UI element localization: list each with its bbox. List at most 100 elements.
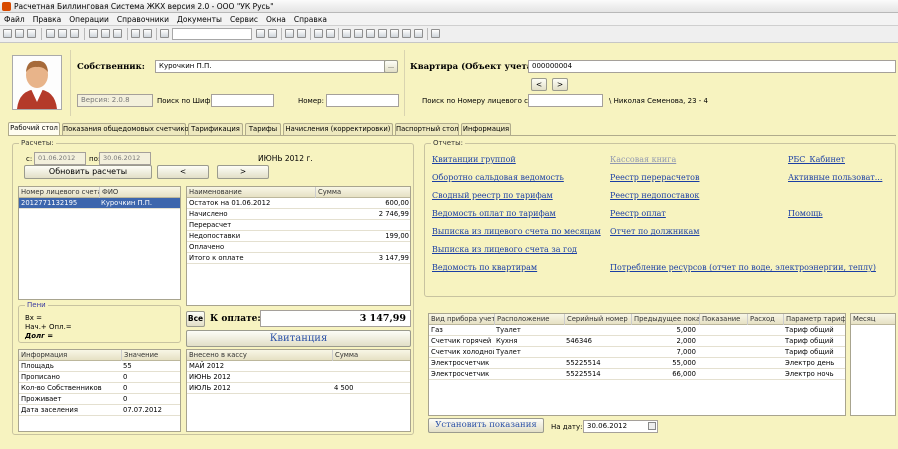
col-location[interactable]: Расположение	[494, 314, 564, 325]
table-row[interactable]: Проживает 0	[19, 394, 180, 405]
report-account-monthly[interactable]: Выписка из лицевого счета по месяцам	[432, 227, 601, 236]
table-row[interactable]: Дата заселения 07.07.2012	[19, 405, 180, 416]
find-next-icon[interactable]	[256, 29, 265, 38]
redo-icon[interactable]	[143, 29, 152, 38]
copy-icon[interactable]	[58, 29, 67, 38]
new-icon[interactable]	[3, 29, 12, 38]
meter-reading[interactable]	[699, 369, 747, 380]
report-debtors[interactable]: Отчет по должникам	[610, 227, 700, 236]
table-row[interactable]: Перерасчет	[187, 220, 410, 231]
search-cipher-input[interactable]	[211, 94, 274, 107]
table-row[interactable]: Начислено 2 746,99	[187, 209, 410, 220]
col-name[interactable]: Наименование	[187, 187, 315, 198]
table-row[interactable]: ИЮНЬ 2012	[187, 372, 410, 383]
tab-corrections[interactable]: Начисления (корректировки)	[283, 123, 393, 135]
report-payments[interactable]: Реестр оплат	[610, 209, 666, 218]
menu-documents[interactable]: Документы	[173, 13, 226, 26]
rbs-cabinet-link[interactable]: РБС_Кабинет	[788, 155, 845, 164]
col-meter-type[interactable]: Вид прибора учета	[429, 314, 494, 325]
table-row[interactable]: Итого к оплате 3 147,99	[187, 253, 410, 264]
to-date-input[interactable]: 30.06.2012	[99, 152, 151, 165]
calendar-icon[interactable]	[402, 29, 411, 38]
table-row[interactable]: Прописано 0	[19, 372, 180, 383]
menu-file[interactable]: Файл	[0, 13, 29, 26]
refresh-calc-button[interactable]: Обновить расчеты	[24, 165, 152, 179]
open-icon[interactable]	[15, 29, 24, 38]
search-account-input[interactable]	[528, 94, 603, 107]
table-row[interactable]: Кол-во Собственников 0	[19, 383, 180, 394]
users-icon[interactable]	[378, 29, 387, 38]
refresh-icon[interactable]	[285, 29, 294, 38]
report-payments-by-tariff[interactable]: Ведомость оплат по тарифам	[432, 209, 556, 218]
help-link[interactable]: Помощь	[788, 209, 823, 218]
undo-icon[interactable]	[131, 29, 140, 38]
menu-references[interactable]: Справочники	[113, 13, 173, 26]
meter-reading[interactable]	[699, 347, 747, 358]
table-row[interactable]: Счетчик холодной ...Туалет 7,000 Тариф общ…	[429, 347, 845, 358]
preview-icon[interactable]	[101, 29, 110, 38]
col-cash-sum[interactable]: Сумма	[332, 350, 410, 361]
prev-month-button[interactable]: <	[157, 165, 209, 179]
all-button[interactable]: Все	[186, 311, 205, 327]
menu-service[interactable]: Сервис	[226, 13, 262, 26]
meter-reading[interactable]	[699, 325, 747, 336]
receipt-button[interactable]: Квитанция	[186, 330, 411, 347]
report-turnover[interactable]: Оборотно сальдовая ведомость	[432, 173, 564, 182]
calculator-icon[interactable]	[354, 29, 363, 38]
tab-tariffs[interactable]: Тарифы	[245, 123, 281, 135]
table-row[interactable]: Площадь 55	[19, 361, 180, 372]
find-prev-icon[interactable]	[268, 29, 277, 38]
meter-reading[interactable]	[699, 336, 747, 347]
col-prev-reading[interactable]: Предыдущее пока...	[631, 314, 699, 325]
table-row[interactable]: ИЮЛЬ 2012 4 500	[187, 383, 410, 394]
col-usage[interactable]: Расход	[747, 314, 783, 325]
cut-icon[interactable]	[46, 29, 55, 38]
col-fio[interactable]: ФИО	[99, 187, 180, 198]
next-month-button[interactable]: >	[217, 165, 269, 179]
menu-edit[interactable]: Правка	[29, 13, 66, 26]
table-row[interactable]: 2012771132195 Курочкин П.П.	[19, 198, 180, 209]
meter-reading[interactable]	[699, 358, 747, 369]
report-icon[interactable]	[366, 29, 375, 38]
search-combo[interactable]	[172, 28, 252, 40]
col-reading[interactable]: Показание	[699, 314, 747, 325]
menu-operations[interactable]: Операции	[65, 13, 113, 26]
flat-prev-button[interactable]: <	[531, 78, 547, 91]
table-row[interactable]: Газ Туалет 5,000 Тариф общий	[429, 325, 845, 336]
report-receipts-group[interactable]: Квитанции группой	[432, 155, 516, 164]
tab-house-meters[interactable]: Показания общедомовых счетчиков	[62, 123, 193, 135]
report-cash-book[interactable]: Кассовая книга	[610, 155, 676, 164]
col-value[interactable]: Значение	[121, 350, 180, 361]
col-month[interactable]: Месяц	[851, 314, 895, 325]
owner-field[interactable]: Курочкин П.П.	[155, 60, 385, 73]
active-users-link[interactable]: Активные пользоват...	[788, 173, 882, 182]
help-icon[interactable]	[431, 29, 440, 38]
tab-tariffing[interactable]: Тарификация	[188, 123, 243, 135]
table-row[interactable]: Электросчетчик 55225514 55,000 Электро день	[429, 358, 845, 369]
book-icon[interactable]	[414, 29, 423, 38]
menu-windows[interactable]: Окна	[262, 13, 290, 26]
table-icon[interactable]	[342, 29, 351, 38]
window-icon[interactable]	[297, 29, 306, 38]
table-row[interactable]: Остаток на 01.06.2012 600,00	[187, 198, 410, 209]
delete-icon[interactable]	[113, 29, 122, 38]
table-row[interactable]: Недопоставки 199,00	[187, 231, 410, 242]
report-by-flats[interactable]: Ведомость по квартирам	[432, 263, 537, 272]
grid-icon[interactable]	[390, 29, 399, 38]
tab-information[interactable]: Информация	[461, 123, 511, 135]
number-input[interactable]	[326, 94, 399, 107]
tab-passport[interactable]: Паспортный стол	[395, 123, 459, 135]
col-cash[interactable]: Внесено в кассу	[187, 350, 332, 361]
readings-date-input[interactable]: 30.06.2012	[583, 420, 658, 433]
print-icon[interactable]	[89, 29, 98, 38]
menu-help[interactable]: Справка	[290, 13, 331, 26]
paste-icon[interactable]	[70, 29, 79, 38]
chevron-down-icon[interactable]	[326, 29, 335, 38]
report-undersupply[interactable]: Реестр недопоставок	[610, 191, 699, 200]
col-tariff-param[interactable]: Параметр тарифи...	[783, 314, 845, 325]
table-row[interactable]: МАЙ 2012	[187, 361, 410, 372]
table-row[interactable]: Счетчик горячей в...Кухня 546346 2,000 Тари…	[429, 336, 845, 347]
table-row[interactable]: Оплачено	[187, 242, 410, 253]
col-sum[interactable]: Сумма	[315, 187, 410, 198]
flat-next-button[interactable]: >	[552, 78, 568, 91]
